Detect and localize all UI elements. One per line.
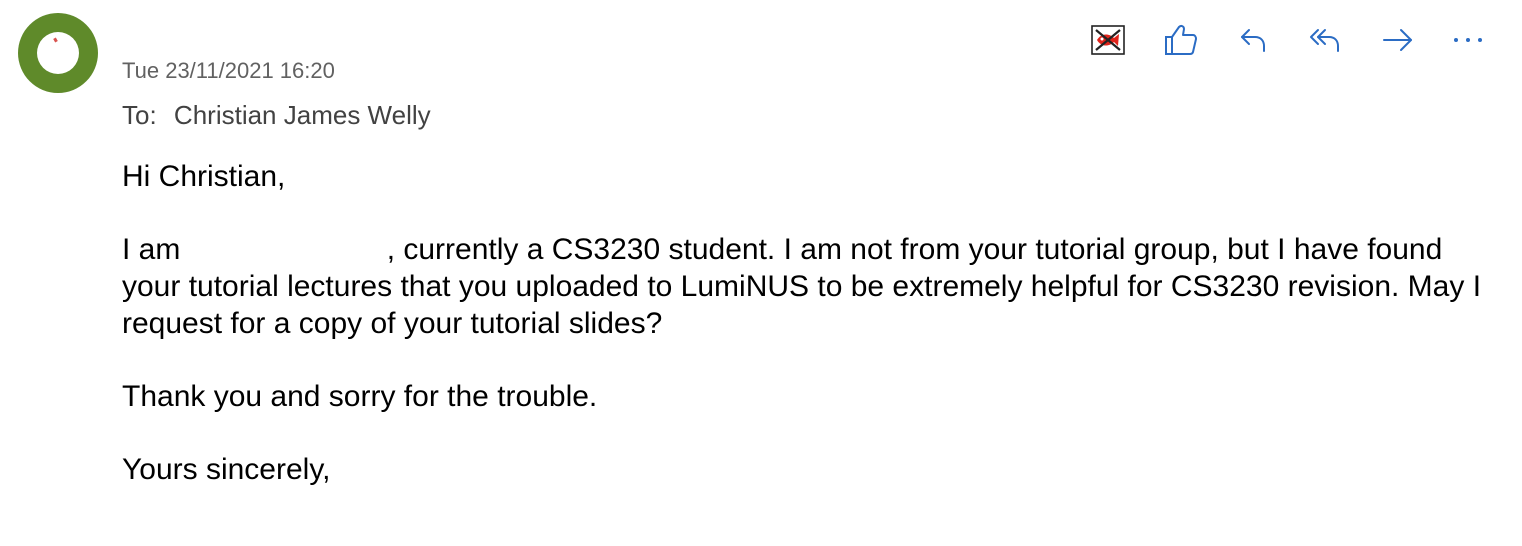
avatar[interactable] [18,13,98,93]
avatar-inner [37,32,79,74]
body-paragraph-2: Thank you and sorry for the trouble. [122,380,598,413]
more-icon[interactable] [1448,20,1488,60]
reply-all-icon[interactable] [1305,20,1345,60]
message-date: Tue 23/11/2021 16:20 [122,58,335,83]
body-paragraph-1: I am , currently a CS3230 student. I am … [122,231,1482,342]
para1-rest: , currently a CS3230 student. I am not f… [122,233,1482,340]
recipient-name[interactable]: Christian James Welly [174,100,431,130]
redacted-name [189,258,387,259]
greeting: Hi Christian, [122,160,286,193]
message-body: Hi Christian, I am , currently a CS3230 … [122,158,1482,488]
forward-icon[interactable] [1378,20,1418,60]
recipient-line: To: Christian James Welly [122,100,431,131]
para1-start: I am [122,233,181,266]
thumbs-up-icon[interactable] [1161,20,1201,60]
closing: Yours sincerely, [122,453,331,486]
to-label: To: [122,100,157,130]
blocked-image-icon[interactable] [1088,20,1128,60]
reply-icon[interactable] [1233,20,1273,60]
